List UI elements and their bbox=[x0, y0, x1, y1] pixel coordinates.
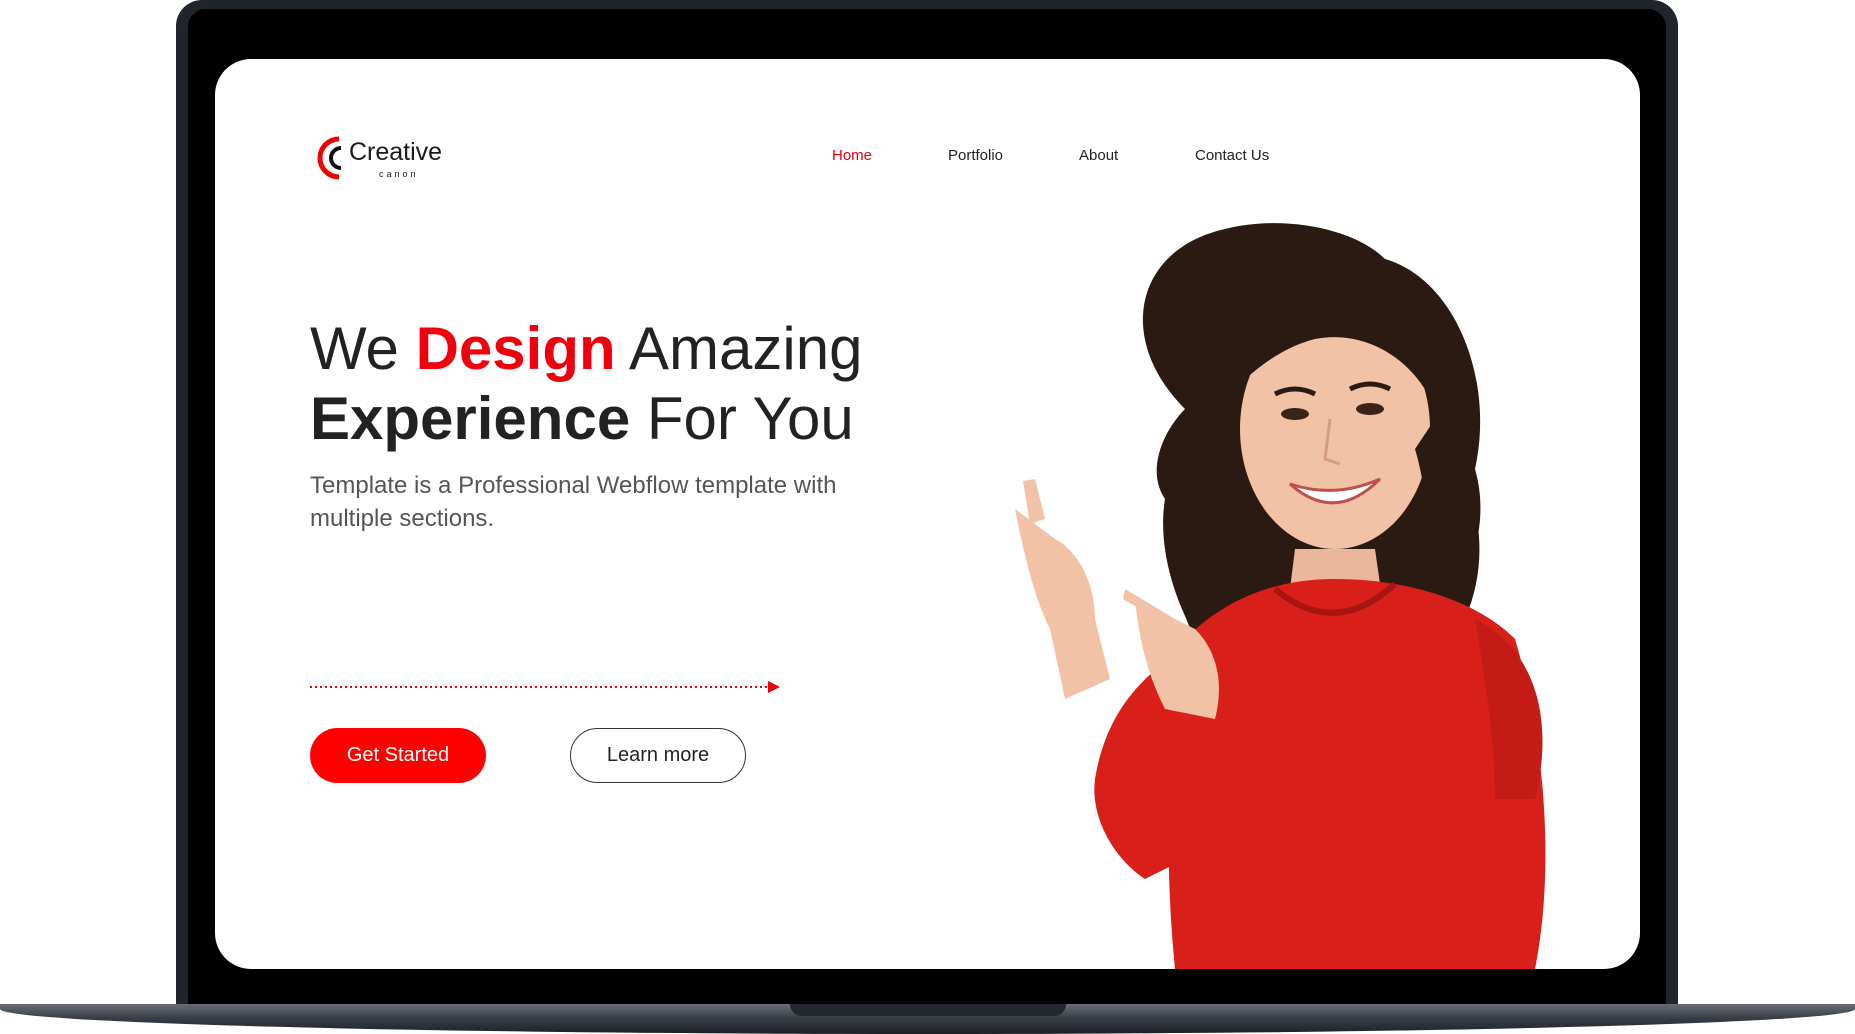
nav-contact-us[interactable]: Contact Us bbox=[1195, 147, 1269, 164]
headline-word-for-you: For You bbox=[646, 385, 854, 452]
website-screen: Creative canon Home Portfolio About Cont… bbox=[215, 59, 1640, 969]
hero-headline: We Design Amazing Experience For You bbox=[310, 314, 862, 454]
get-started-button[interactable]: Get Started bbox=[310, 728, 486, 783]
headline-word-we: We bbox=[310, 315, 399, 382]
headline-word-experience: Experience bbox=[310, 385, 631, 452]
logo-mark-icon bbox=[317, 136, 342, 180]
nav-about[interactable]: About bbox=[1079, 147, 1118, 164]
learn-more-button[interactable]: Learn more bbox=[570, 728, 746, 783]
nav-portfolio[interactable]: Portfolio bbox=[948, 147, 1003, 164]
hero-person-image bbox=[1015, 223, 1546, 969]
laptop-notch bbox=[790, 1004, 1066, 1016]
nav-home[interactable]: Home bbox=[832, 147, 872, 164]
brand-name: Creative bbox=[349, 138, 443, 166]
brand-tagline: canon bbox=[379, 169, 419, 179]
headline-word-amazing: Amazing bbox=[629, 315, 863, 382]
headline-word-design: Design bbox=[415, 315, 616, 382]
dotted-arrow-icon bbox=[310, 681, 780, 693]
hero-subtext: Template is a Professional Webflow templ… bbox=[310, 472, 837, 532]
